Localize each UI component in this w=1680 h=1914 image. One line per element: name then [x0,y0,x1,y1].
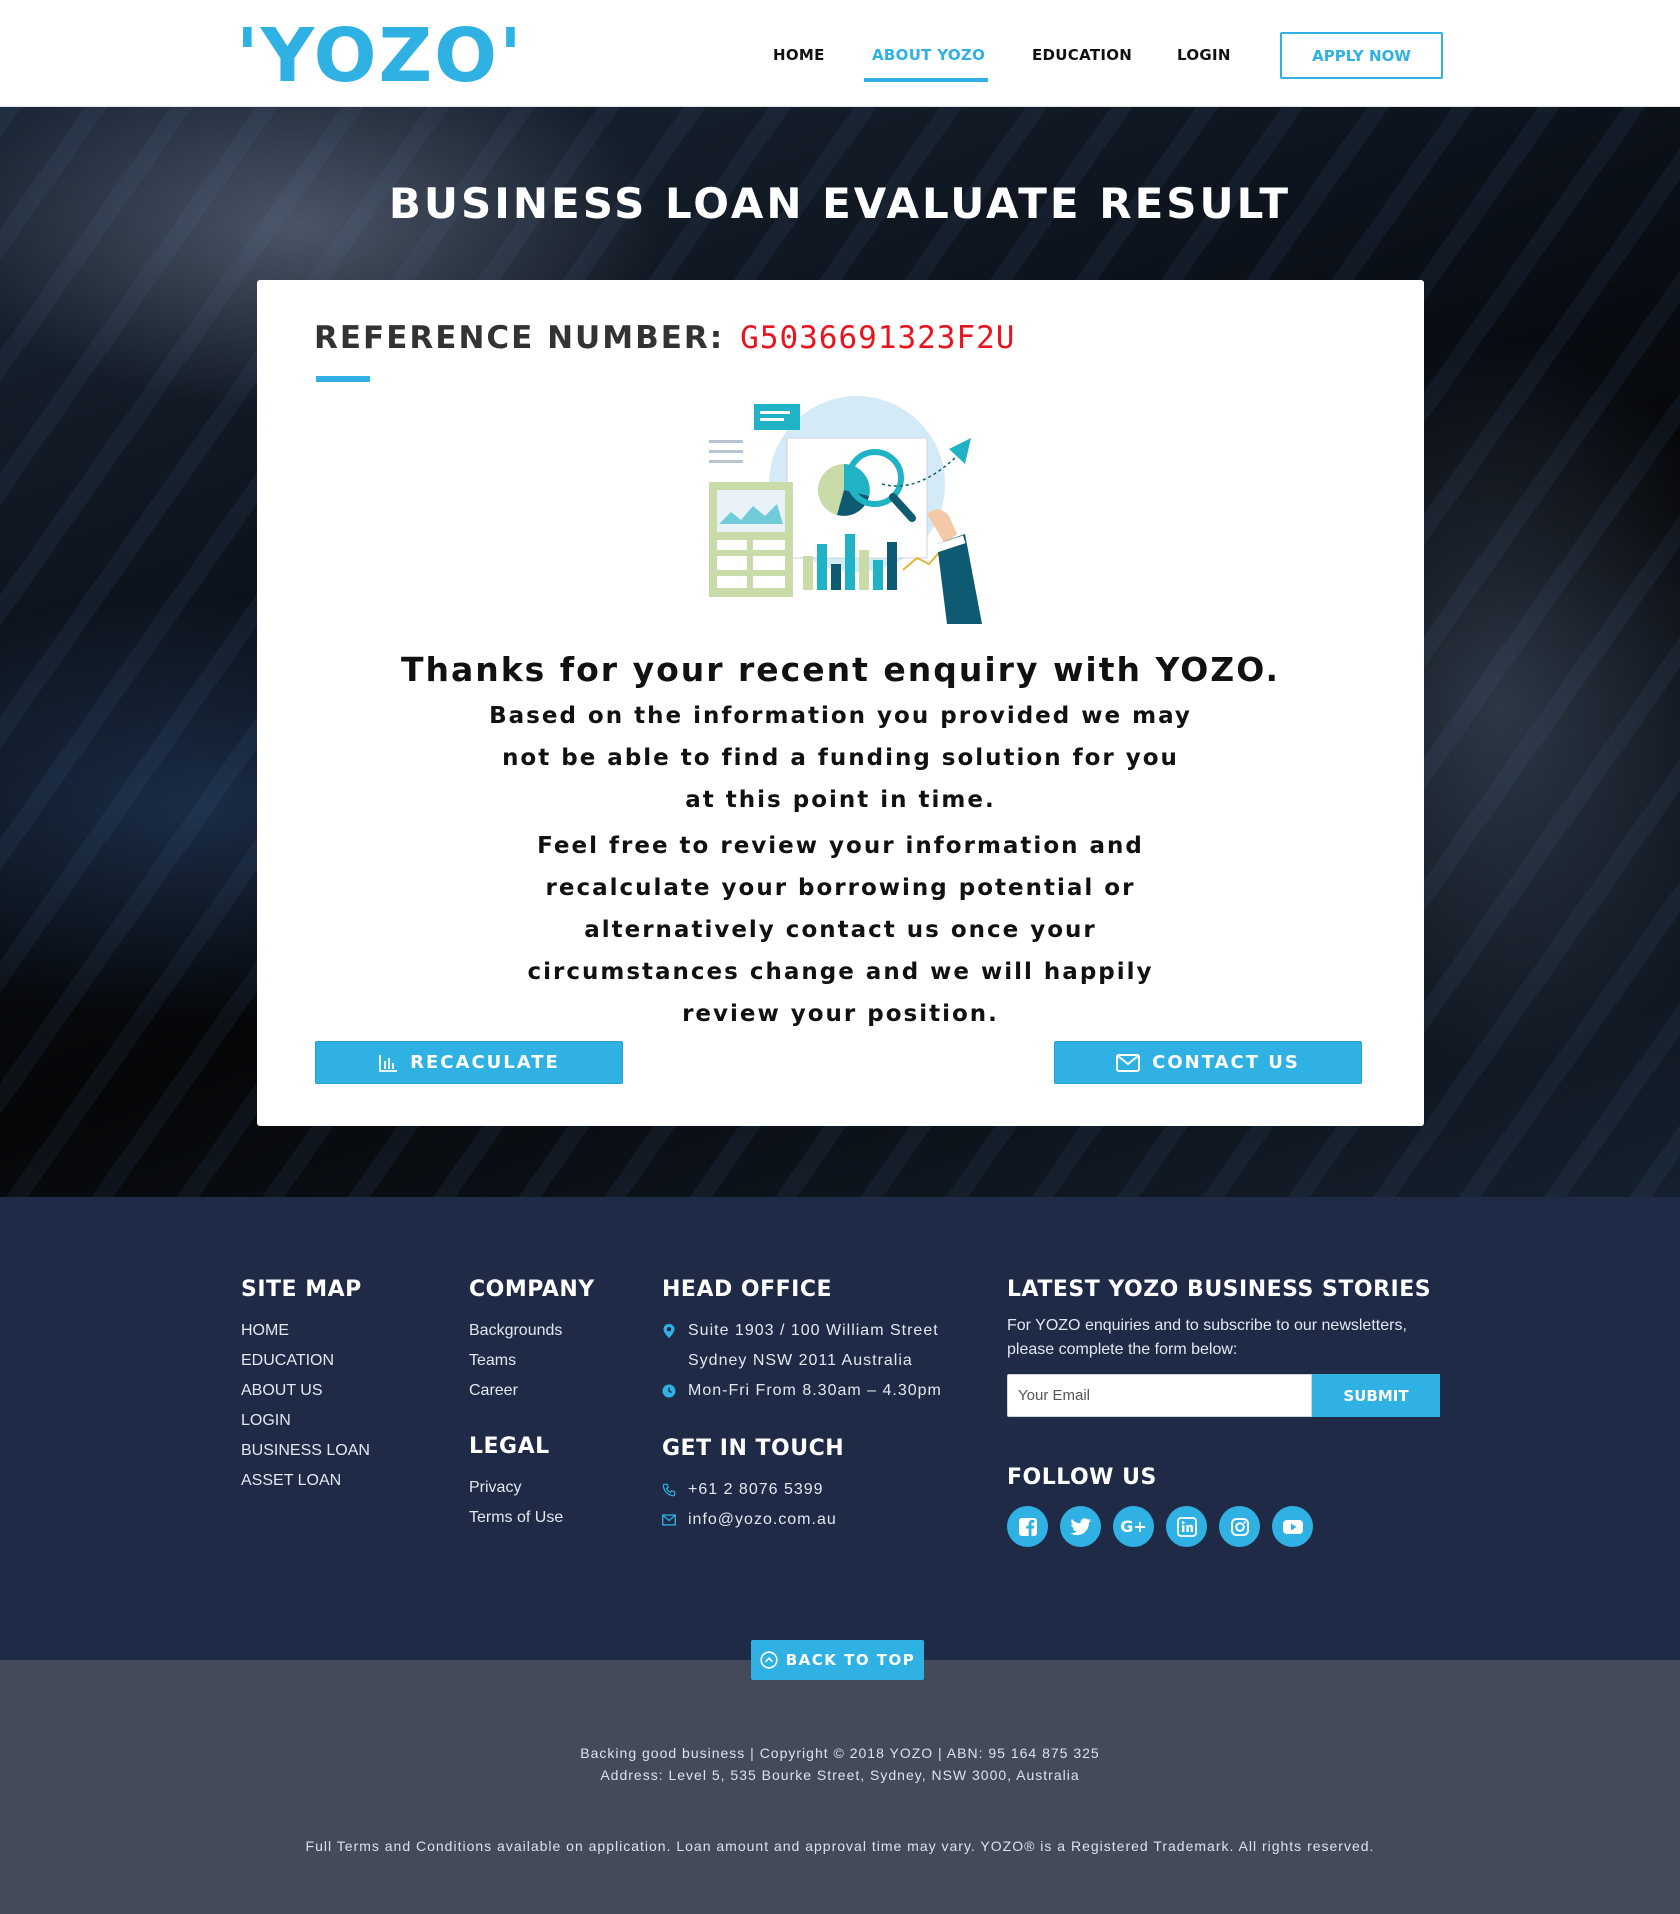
company-heading: COMPANY [469,1277,595,1302]
stories-heading: LATEST YOZO BUSINESS STORIES [1007,1277,1432,1302]
site-header: 'YOZO' HOME ABOUT YOZO EDUCATION LOGIN A… [0,0,1680,107]
stories-column: LATEST YOZO BUSINESS STORIES For YOZO en… [1007,1277,1447,1547]
sitemap-link-asset-loan[interactable]: ASSET LOAN [241,1466,370,1496]
social-links: G+ [1007,1506,1447,1547]
contact-phone-text: +61 2 8076 5399 [688,1481,824,1498]
analytics-illustration [709,396,982,624]
contact-us-button[interactable]: CONTACT US [1054,1041,1362,1084]
facebook-icon[interactable] [1007,1506,1048,1547]
company-link-backgrounds[interactable]: Backgrounds [469,1316,595,1346]
thanks-heading: Thanks for your recent enquiry with YOZO… [400,650,1281,689]
sitemap-column: SITE MAP HOME EDUCATION ABOUT US LOGIN B… [241,1277,370,1496]
result-card: REFERENCE NUMBER: G5036691323F2U Thanks … [257,280,1424,1126]
follow-us-heading: FOLLOW US [1007,1465,1157,1490]
sitemap-link-about-us[interactable]: ABOUT US [241,1376,370,1406]
office-address-2: Sydney NSW 2011 Australia [662,1346,942,1376]
nav-about-yozo[interactable]: ABOUT YOZO [872,46,985,64]
company-link-teams[interactable]: Teams [469,1346,595,1376]
nav-active-indicator [864,78,988,82]
sitemap-link-business-loan[interactable]: BUSINESS LOAN [241,1436,370,1466]
sitemap-link-login[interactable]: LOGIN [241,1406,370,1436]
contact-email-text: info@yozo.com.au [688,1511,837,1528]
site-footer: SITE MAP HOME EDUCATION ABOUT US LOGIN B… [0,1197,1680,1660]
nav-home[interactable]: HOME [773,46,825,64]
hero-section: BUSINESS LOAN EVALUATE RESULT REFERENCE … [0,107,1680,1197]
sitemap-heading: SITE MAP [241,1277,362,1302]
location-pin-icon [662,1316,676,1346]
reference-underline [316,376,370,382]
reference-label: REFERENCE NUMBER: [314,320,725,356]
get-in-touch-heading: GET IN TOUCH [662,1436,845,1461]
company-link-career[interactable]: Career [469,1376,595,1406]
mail-icon [662,1505,676,1535]
result-message-2: Feel free to review your information and… [527,833,1154,1027]
reference-number: G5036691323F2U [740,320,1016,356]
newsletter-submit-button[interactable]: SUBMIT [1312,1374,1440,1417]
apply-now-button[interactable]: APPLY NOW [1280,32,1443,79]
yozo-logo[interactable]: 'YOZO' [236,13,524,99]
instagram-icon[interactable] [1219,1506,1260,1547]
chevron-up-circle-icon [760,1651,778,1669]
office-address-line-2: Sydney NSW 2011 Australia [688,1352,913,1369]
logo-text: 'YOZO' [236,13,524,99]
bottom-bar: Backing good business | Copyright © 2018… [0,1660,1680,1914]
recalculate-button[interactable]: RECACULATE [315,1041,623,1084]
contact-phone[interactable]: +61 2 8076 5399 [662,1475,942,1505]
head-office-column: HEAD OFFICE Suite 1903 / 100 William Str… [662,1277,942,1535]
twitter-icon[interactable] [1060,1506,1101,1547]
envelope-icon [1116,1053,1141,1072]
clock-icon [662,1376,676,1406]
sitemap-link-education[interactable]: EDUCATION [241,1346,370,1376]
legal-heading: LEGAL [469,1434,550,1459]
stories-description: For YOZO enquiries and to subscribe to o… [1007,1317,1407,1358]
back-to-top-label: BACK TO TOP [785,1651,916,1669]
company-column: COMPANY Backgrounds Teams Career LEGAL P… [469,1277,595,1533]
contact-us-label: CONTACT US [1152,1052,1300,1073]
newsletter-form: Your Email SUBMIT [1007,1374,1440,1417]
copyright-text: Backing good business | Copyright © 2018… [580,1745,1100,1761]
copyright-block: Backing good business | Copyright © 2018… [0,1742,1680,1786]
terms-disclaimer: Full Terms and Conditions available on a… [305,1838,1375,1854]
office-address-line-1: Suite 1903 / 100 William Street [688,1322,939,1339]
phone-icon [662,1475,676,1505]
legal-link-privacy[interactable]: Privacy [469,1473,595,1503]
office-hours: Mon-Fri From 8.30am – 4.30pm [662,1376,942,1406]
newsletter-email-input[interactable]: Your Email [1007,1374,1312,1417]
nav-education[interactable]: EDUCATION [1032,46,1132,64]
head-office-heading: HEAD OFFICE [662,1277,833,1302]
page-title: BUSINESS LOAN EVALUATE RESULT [388,179,1292,228]
office-hours-text: Mon-Fri From 8.30am – 4.30pm [688,1382,942,1399]
linkedin-icon[interactable] [1166,1506,1207,1547]
sitemap-link-home[interactable]: HOME [241,1316,370,1346]
bar-chart-icon [379,1054,398,1072]
google-plus-icon[interactable]: G+ [1113,1506,1154,1547]
legal-link-terms[interactable]: Terms of Use [469,1503,595,1533]
contact-email[interactable]: info@yozo.com.au [662,1505,942,1535]
company-address: Address: Level 5, 535 Bourke Street, Syd… [600,1767,1080,1783]
recalculate-label: RECACULATE [410,1052,560,1073]
back-to-top-button[interactable]: BACK TO TOP [751,1640,924,1680]
youtube-icon[interactable] [1272,1506,1313,1547]
result-message-1: Based on the information you provided we… [489,703,1192,813]
reference-row: REFERENCE NUMBER: G5036691323F2U [314,320,1015,356]
office-address-1: Suite 1903 / 100 William Street [662,1316,942,1346]
nav-login[interactable]: LOGIN [1177,46,1231,64]
